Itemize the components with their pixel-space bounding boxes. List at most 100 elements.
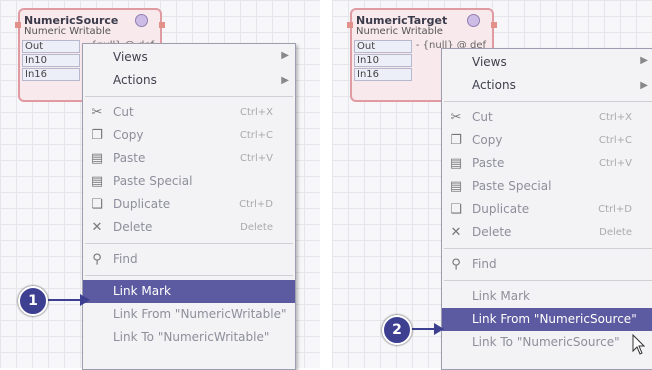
context-menu: Views ▶ Actions ▶ ✂ Cut Ctrl+X ❐ Copy Ct… (82, 43, 296, 370)
menu-item-shortcut: Ctrl+X (598, 112, 632, 123)
slot-in10[interactable]: In10 (22, 54, 80, 67)
slot-in10[interactable]: In10 (354, 54, 412, 67)
duplicate-icon: ❏ (450, 202, 462, 217)
menu-item-views[interactable]: Views ▶ (442, 49, 652, 74)
menu-item-link-from[interactable]: Link From "NumericWritable" (83, 303, 295, 326)
submenu-arrow-icon: ▶ (281, 75, 289, 86)
menu-item-label: Link From "NumericSource" (472, 312, 637, 326)
status-indicator-icon (467, 14, 480, 27)
menu-item-label: Views (472, 55, 507, 69)
binoculars-icon: ⚲ (451, 257, 461, 272)
menu-item-label: Cut (472, 110, 493, 124)
menu-item-copy[interactable]: ❐ Copy Ctrl+C (83, 124, 295, 147)
menu-item-cut[interactable]: ✂ Cut Ctrl+X (442, 106, 652, 129)
menu-item-cut[interactable]: ✂ Cut Ctrl+X (83, 101, 295, 124)
menu-item-shortcut: Ctrl+C (239, 130, 273, 141)
copy-icon: ❐ (450, 133, 462, 148)
menu-item-label: Paste Special (472, 179, 552, 193)
arrow-head-icon (80, 294, 90, 306)
menu-item-link-from[interactable]: Link From "NumericSource" (442, 308, 652, 331)
slot-out[interactable]: Out (354, 40, 412, 53)
node-pin-left[interactable] (347, 22, 353, 28)
menu-item-shortcut: Ctrl+V (598, 158, 632, 169)
menu-item-delete[interactable]: ✕ Delete Delete (442, 221, 652, 244)
menu-item-label: Link From "NumericWritable" (113, 307, 287, 321)
menu-item-duplicate[interactable]: ❏ Duplicate Ctrl+D (442, 198, 652, 221)
menu-item-label: Paste (113, 151, 146, 165)
menu-item-label: Paste (472, 156, 505, 170)
menu-item-label: Copy (113, 128, 144, 142)
menu-separator (85, 243, 293, 244)
marker-number: 1 (18, 286, 48, 316)
paste-icon: ▤ (449, 156, 463, 171)
scissors-icon: ✂ (450, 110, 462, 125)
menu-item-link-mark[interactable]: Link Mark (442, 285, 652, 308)
menu-item-label: Cut (113, 105, 134, 119)
context-menu: Views ▶ Actions ▶ ✂ Cut Ctrl+X ❐ Copy Ct… (441, 48, 652, 370)
menu-item-paste-special[interactable]: ▤ Paste Special (83, 170, 295, 193)
menu-separator (444, 280, 652, 281)
submenu-arrow-icon: ▶ (281, 50, 289, 61)
binoculars-icon: ⚲ (92, 252, 102, 267)
menu-item-label: Find (472, 257, 497, 271)
copy-icon: ❐ (91, 128, 103, 143)
menu-item-delete[interactable]: ✕ Delete Delete (83, 216, 295, 239)
menu-separator (85, 275, 293, 276)
duplicate-icon: ❏ (91, 197, 103, 212)
menu-item-label: Link Mark (113, 284, 171, 298)
paste-special-icon: ▤ (449, 179, 463, 194)
menu-item-shortcut: Delete (240, 222, 273, 233)
menu-item-paste[interactable]: ▤ Paste Ctrl+V (442, 152, 652, 175)
menu-item-shortcut: Delete (599, 227, 632, 238)
menu-item-shortcut: Ctrl+X (239, 107, 273, 118)
node-pin-right[interactable] (159, 22, 165, 28)
menu-item-actions[interactable]: Actions ▶ (442, 74, 652, 97)
slot-in16[interactable]: In16 (354, 68, 412, 81)
menu-item-paste[interactable]: ▤ Paste Ctrl+V (83, 147, 295, 170)
slot-in16[interactable]: In16 (22, 68, 80, 81)
submenu-arrow-icon: ▶ (640, 55, 648, 66)
marker-line (46, 299, 82, 301)
menu-item-shortcut: Ctrl+V (239, 153, 273, 164)
menu-item-copy[interactable]: ❐ Copy Ctrl+C (442, 129, 652, 152)
menu-separator (444, 248, 652, 249)
menu-item-shortcut: Ctrl+C (598, 135, 632, 146)
submenu-arrow-icon: ▶ (640, 80, 648, 91)
menu-item-find[interactable]: ⚲ Find (442, 253, 652, 276)
mouse-pointer-icon (632, 334, 646, 355)
menu-item-views[interactable]: Views ▶ (83, 44, 295, 69)
menu-item-shortcut: Ctrl+D (598, 204, 632, 215)
menu-item-link-mark[interactable]: Link Mark (83, 280, 295, 303)
menu-separator (85, 96, 293, 97)
scissors-icon: ✂ (91, 105, 103, 120)
delete-icon: ✕ (450, 225, 462, 240)
menu-item-actions[interactable]: Actions ▶ (83, 69, 295, 92)
menu-separator (444, 101, 652, 102)
menu-item-link-to[interactable]: Link To "NumericSource" (442, 331, 652, 354)
menu-item-label: Copy (472, 133, 503, 147)
marker-line (410, 328, 436, 330)
menu-item-paste-special[interactable]: ▤ Paste Special (442, 175, 652, 198)
menu-item-label: Delete (472, 225, 512, 239)
menu-item-label: Link To "NumericWritable" (113, 330, 270, 344)
menu-item-label: Find (113, 252, 138, 266)
arrow-head-icon (434, 323, 444, 335)
menu-item-label: Link To "NumericSource" (472, 335, 620, 349)
status-indicator-icon (135, 14, 148, 27)
slot-out[interactable]: Out (22, 40, 80, 53)
menu-item-label: Delete (113, 220, 153, 234)
node-pin-left[interactable] (15, 22, 21, 28)
menu-item-label: Link Mark (472, 289, 530, 303)
paste-icon: ▤ (90, 151, 104, 166)
paste-special-icon: ▤ (90, 174, 104, 189)
menu-item-duplicate[interactable]: ❏ Duplicate Ctrl+D (83, 193, 295, 216)
node-pin-right[interactable] (491, 22, 497, 28)
menu-item-find[interactable]: ⚲ Find (83, 248, 295, 271)
menu-item-label: Paste Special (113, 174, 193, 188)
menu-item-shortcut: Ctrl+D (239, 199, 273, 210)
menu-item-label: Duplicate (472, 202, 530, 216)
delete-icon: ✕ (91, 220, 103, 235)
menu-item-link-to[interactable]: Link To "NumericWritable" (83, 326, 295, 349)
menu-item-label: Actions (472, 78, 516, 92)
menu-item-label: Actions (113, 73, 157, 87)
